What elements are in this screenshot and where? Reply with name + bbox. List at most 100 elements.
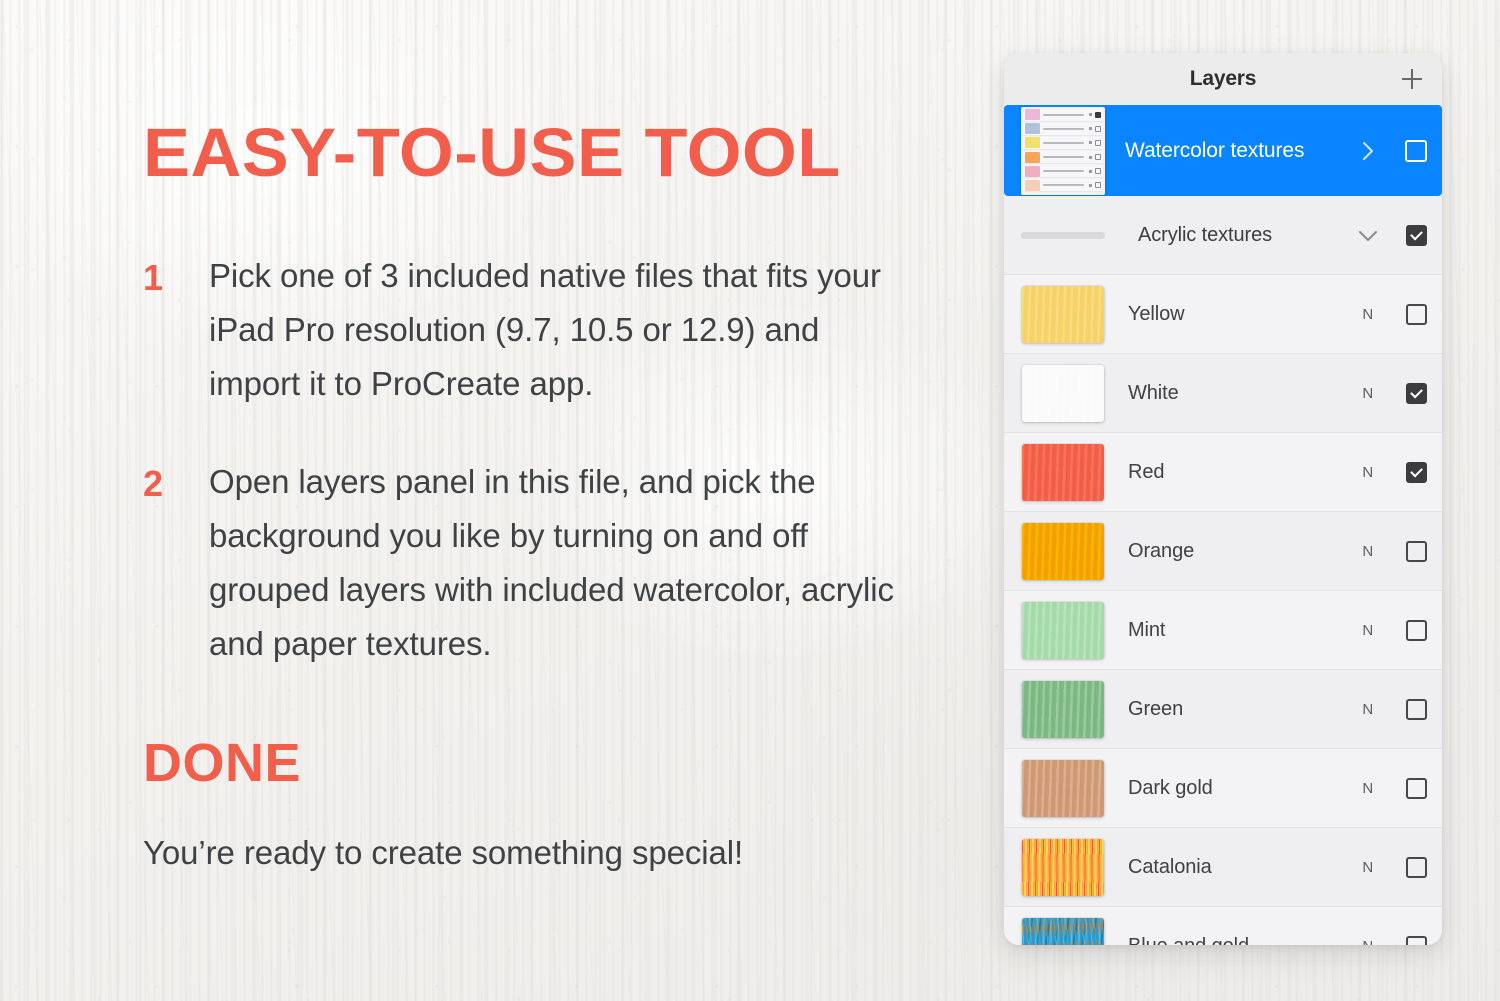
group-thumbnail-row	[1023, 165, 1103, 179]
blend-mode-label[interactable]: N	[1346, 701, 1390, 718]
group-thumbnail-checkbox	[1095, 125, 1101, 132]
layer-visibility-toggle[interactable]	[1390, 139, 1442, 162]
group-thumbnail-name	[1043, 156, 1084, 159]
layer-visibility-toggle[interactable]	[1390, 461, 1442, 483]
layer-name: White	[1128, 381, 1179, 404]
layer-thumbnail-cell[interactable]	[1004, 680, 1122, 738]
layer-row[interactable]: Mint N	[1004, 591, 1442, 670]
layer-group-row[interactable]: Acrylic textures	[1004, 196, 1442, 275]
layer-visibility-toggle[interactable]	[1390, 540, 1442, 562]
group-thumbnail	[1021, 106, 1105, 195]
checkbox-unchecked-icon	[1405, 303, 1427, 325]
checkbox-unchecked-icon	[1405, 698, 1427, 720]
layer-row[interactable]: Orange N	[1004, 512, 1442, 591]
layer-thumbnail-cell[interactable]	[1004, 917, 1122, 945]
layer-name: Red	[1128, 460, 1165, 483]
blend-mode-label[interactable]: N	[1346, 780, 1390, 797]
layer-thumbnail-cell[interactable]	[1004, 364, 1122, 422]
layer-thumbnail-cell[interactable]	[1004, 759, 1122, 817]
group-thumbnail-swatch	[1025, 137, 1040, 149]
group-thumbnail-name	[1043, 113, 1084, 116]
collapse-group-button[interactable]	[1346, 223, 1390, 247]
layer-visibility-toggle[interactable]	[1390, 303, 1442, 325]
group-thumbnail-swatch	[1025, 123, 1040, 135]
checkbox-unchecked-icon	[1405, 619, 1427, 641]
done-heading: DONE	[143, 733, 302, 793]
layer-visibility-toggle[interactable]	[1390, 698, 1442, 720]
layer-thumbnail-cell[interactable]	[1004, 106, 1122, 195]
checkbox-checked-icon	[1405, 461, 1427, 483]
layer-visibility-toggle[interactable]	[1390, 935, 1442, 945]
layer-name: Mint	[1128, 618, 1166, 641]
checkbox-unchecked-icon	[1405, 856, 1427, 878]
layer-thumbnail	[1022, 838, 1104, 896]
group-thumbnail-row	[1023, 179, 1103, 193]
layer-visibility-toggle[interactable]	[1390, 856, 1442, 878]
layer-thumbnail-cell[interactable]	[1004, 285, 1122, 343]
group-thumbnail-blend	[1089, 169, 1092, 173]
group-thumbnail-name	[1043, 170, 1084, 173]
checkbox-checked-icon	[1405, 224, 1427, 246]
blend-mode-label[interactable]: N	[1346, 859, 1390, 876]
layer-thumbnail	[1022, 601, 1104, 659]
layer-name: Dark gold	[1128, 776, 1213, 799]
promo-content: EASY-TO-USE TOOL 1 Pick one of 3 include…	[143, 0, 903, 1001]
step-number: 2	[143, 463, 164, 504]
layers-panel-header: Layers	[1004, 53, 1442, 105]
layer-name: Catalonia	[1128, 855, 1212, 878]
layer-name: Green	[1128, 697, 1184, 720]
chevron-right-icon	[1363, 141, 1373, 160]
blend-mode-label[interactable]: N	[1346, 385, 1390, 402]
group-thumbnail-name	[1043, 127, 1084, 130]
group-thumbnail-row	[1023, 122, 1103, 136]
chevron-down-icon	[1359, 231, 1377, 241]
layer-visibility-toggle[interactable]	[1390, 224, 1442, 246]
layer-name: Acrylic textures	[1138, 223, 1272, 246]
layer-row[interactable]: Dark gold N	[1004, 749, 1442, 828]
layer-list: Watercolor textures Acrylic textures Yello…	[1004, 105, 1442, 945]
layer-thumbnail-cell[interactable]	[1004, 838, 1122, 896]
layer-visibility-toggle[interactable]	[1390, 619, 1442, 641]
checkbox-checked-icon	[1405, 382, 1427, 404]
group-bar-thumbnail	[1021, 231, 1105, 239]
layer-thumbnail	[1022, 285, 1104, 343]
group-thumbnail-checkbox	[1095, 154, 1101, 161]
layer-row[interactable]: Catalonia N	[1004, 828, 1442, 907]
layer-thumbnail-cell[interactable]	[1004, 443, 1122, 501]
blend-mode-label[interactable]: N	[1346, 306, 1390, 323]
layer-group-row[interactable]: Watercolor textures	[1004, 105, 1442, 196]
layer-thumbnail-cell[interactable]	[1004, 231, 1122, 239]
step-text: Open layers panel in this file, and pick…	[209, 463, 894, 662]
panel-title: Layers	[1189, 67, 1257, 90]
layer-row[interactable]: Blue and goldN	[1004, 907, 1442, 945]
expand-group-button[interactable]	[1346, 139, 1390, 163]
add-layer-button[interactable]	[1397, 64, 1427, 94]
group-thumbnail-name	[1043, 184, 1084, 187]
instruction-step-1: 1 Pick one of 3 included native files th…	[143, 249, 903, 411]
group-thumbnail-row	[1023, 151, 1103, 165]
layer-visibility-toggle[interactable]	[1390, 777, 1442, 799]
blend-mode-label[interactable]: N	[1346, 622, 1390, 639]
layer-thumbnail-cell[interactable]	[1004, 522, 1122, 580]
layer-thumbnail	[1022, 759, 1104, 817]
done-subtitle: You’re ready to create something special…	[143, 834, 744, 871]
checkbox-unchecked-icon	[1405, 139, 1427, 162]
layer-row[interactable]: Red N	[1004, 433, 1442, 512]
group-thumbnail-swatch	[1025, 109, 1040, 120]
layer-name: Blue and gold	[1122, 935, 1346, 946]
layer-row[interactable]: Yellow N	[1004, 275, 1442, 354]
layer-thumbnail-cell[interactable]	[1004, 601, 1122, 659]
blend-mode-label[interactable]: N	[1346, 464, 1390, 481]
blend-mode-label[interactable]: N	[1346, 938, 1390, 946]
layer-visibility-toggle[interactable]	[1390, 382, 1442, 404]
group-thumbnail-row	[1023, 136, 1103, 150]
step-text: Pick one of 3 included native files that…	[209, 257, 881, 402]
blend-mode-label[interactable]: N	[1346, 543, 1390, 560]
layer-thumbnail	[1022, 443, 1104, 501]
layer-row[interactable]: White N	[1004, 354, 1442, 433]
layer-row[interactable]: Green N	[1004, 670, 1442, 749]
group-thumbnail-checkbox	[1095, 182, 1101, 189]
group-thumbnail-swatch	[1025, 151, 1040, 163]
instruction-step-2: 2 Open layers panel in this file, and pi…	[143, 455, 903, 671]
group-thumbnail-row	[1023, 108, 1103, 122]
